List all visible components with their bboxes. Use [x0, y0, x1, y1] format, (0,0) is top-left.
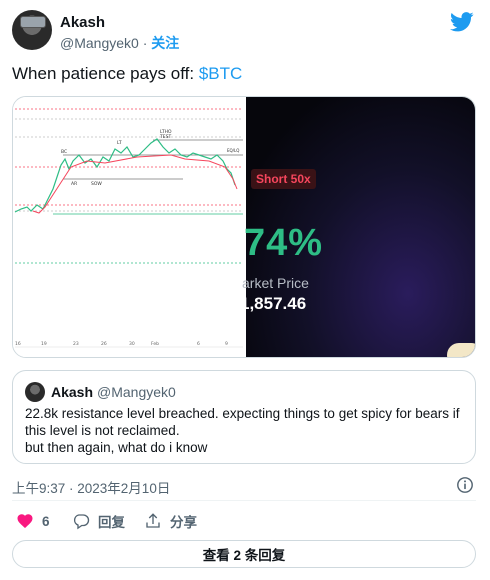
tweet-timestamp[interactable]: 上午9:37 · 2023年2月10日: [12, 477, 170, 497]
follow-button[interactable]: 关注: [151, 35, 179, 51]
quoted-tweet-text: 22.8k resistance level breached. expecti…: [25, 405, 465, 456]
quoted-text-line: this level is not reclaimed.: [25, 423, 180, 438]
pnl-card: Short 50x 74% arket Price 1,857.46: [240, 97, 475, 357]
share-icon: [146, 513, 160, 528]
divider: [12, 500, 476, 501]
tweet-text-body: When patience pays off:: [12, 64, 199, 83]
pnl-percent: 74%: [244, 222, 324, 264]
cashtag-link[interactable]: $BTC: [199, 64, 242, 83]
reply-icon: [73, 514, 90, 530]
quoted-text-line: 22.8k resistance level breached. expecti…: [25, 406, 460, 421]
chart-label-eqlq: EQ/LQ: [227, 148, 239, 153]
handle-separator: ·: [142, 35, 148, 51]
x-tick: 16: [15, 341, 21, 347]
x-tick: Feb: [151, 341, 159, 347]
share-label: 分享: [170, 515, 197, 530]
market-price-value: 1,857.46: [240, 294, 307, 313]
twitter-bird-icon[interactable]: [450, 12, 474, 32]
position-badge: Short 50x: [251, 169, 316, 189]
author-name[interactable]: Akash: [60, 14, 105, 31]
market-price-label: arket Price: [242, 275, 309, 291]
chart-label-test: TEST: [159, 134, 171, 140]
x-tick: 23: [73, 341, 79, 347]
author-handle-line: @Mangyek0 · 关注: [60, 33, 179, 53]
author-avatar[interactable]: [12, 10, 52, 50]
quoted-author-avatar: [25, 382, 45, 402]
chart-label-ar: AR: [71, 181, 77, 187]
x-tick: 30: [129, 341, 135, 347]
reply-button[interactable]: 回复: [72, 511, 125, 531]
tweet-media[interactable]: LT LTHO TEST BC AR SOW EQ/LQ 16 19 23 26…: [12, 96, 476, 358]
like-count: 6: [42, 513, 50, 529]
chart-screenshot: LT LTHO TEST BC AR SOW EQ/LQ 16 19 23 26…: [13, 97, 246, 357]
info-icon[interactable]: [456, 476, 474, 494]
x-tick: 26: [101, 341, 107, 347]
tweet-card: Akash @Mangyek0 · 关注 When patience pays …: [0, 0, 490, 580]
view-replies-button[interactable]: 查看 2 条回复: [12, 540, 476, 568]
x-tick: 19: [41, 341, 47, 347]
chart-label-lt: LT: [117, 140, 122, 146]
author-handle[interactable]: @Mangyek0: [60, 35, 139, 51]
tweet-text: When patience pays off: $BTC: [12, 64, 242, 84]
chart-label-sow: SOW: [91, 181, 102, 187]
heart-icon: [17, 514, 33, 529]
reply-label: 回复: [98, 515, 125, 530]
x-tick: 6: [197, 341, 200, 347]
mascot-graphic: [447, 343, 475, 357]
quoted-tweet[interactable]: Akash @Mangyek0 22.8k resistance level b…: [12, 370, 476, 464]
quoted-author-name: Akash: [51, 384, 94, 400]
x-tick: 9: [225, 341, 228, 347]
share-button[interactable]: 分享: [144, 511, 197, 531]
like-button[interactable]: 6: [16, 511, 50, 531]
quoted-author-handle: @Mangyek0: [97, 384, 176, 400]
chart-image: LT LTHO TEST BC AR SOW EQ/LQ 16 19 23 26…: [14, 108, 243, 348]
quoted-text-line: but then again, what do i know: [25, 440, 208, 455]
chart-label-bc: BC: [61, 149, 67, 155]
